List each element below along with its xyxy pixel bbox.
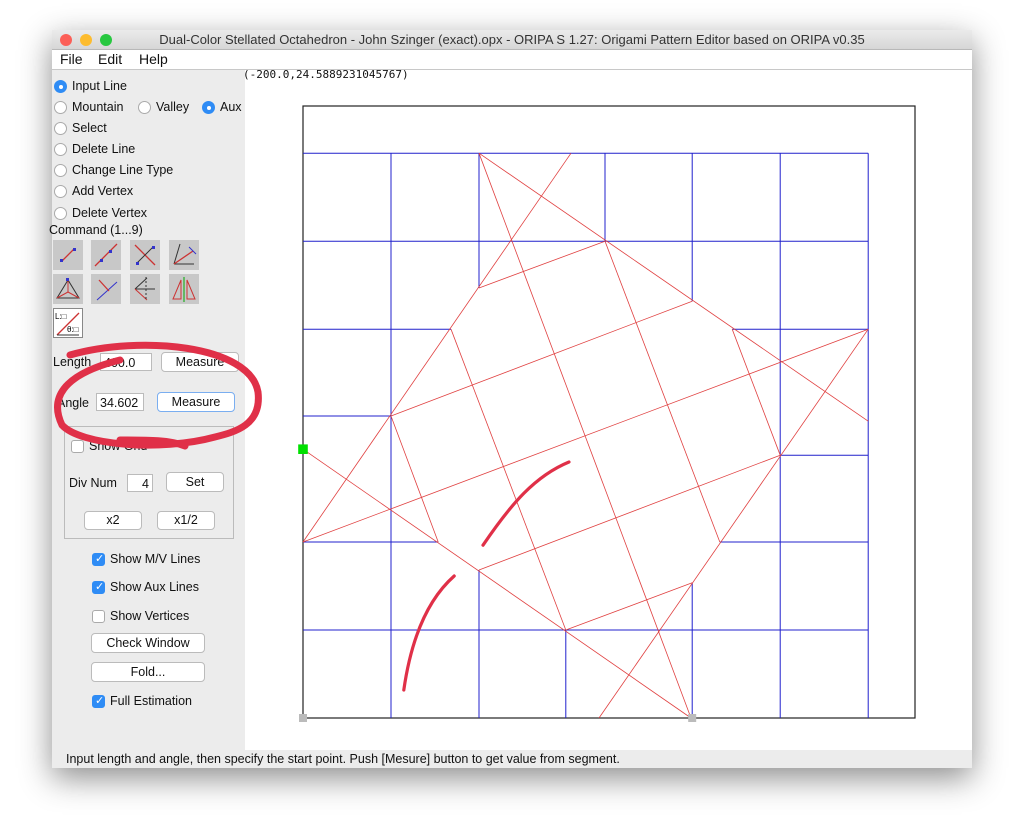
vertex-marker[interactable] xyxy=(688,714,697,722)
div-num-input[interactable]: 4 xyxy=(127,474,153,492)
status-bar: Input length and angle, then specify the… xyxy=(66,752,620,766)
show-aux-lines-checkbox[interactable]: Show Aux Lines xyxy=(92,580,199,594)
crease-lines xyxy=(302,152,869,719)
check-window-button[interactable]: Check Window xyxy=(91,633,205,653)
show-mv-lines-checkbox[interactable]: Show M/V Lines xyxy=(92,552,200,566)
fold-button[interactable]: Fold... xyxy=(91,662,205,682)
set-button[interactable]: Set xyxy=(166,472,224,492)
vertex-marker[interactable] xyxy=(299,714,307,722)
annotation-loop xyxy=(54,341,262,450)
div-num-label: Div Num xyxy=(69,476,117,490)
crease-pattern[interactable] xyxy=(295,100,919,724)
full-estimation-checkbox[interactable]: Full Estimation xyxy=(92,694,192,708)
grid-x2-button[interactable]: x2 xyxy=(84,511,142,530)
paper-boundary xyxy=(302,105,916,719)
grid-half-button[interactable]: x1/2 xyxy=(157,511,215,530)
show-vertices-checkbox[interactable]: Show Vertices xyxy=(92,609,189,623)
